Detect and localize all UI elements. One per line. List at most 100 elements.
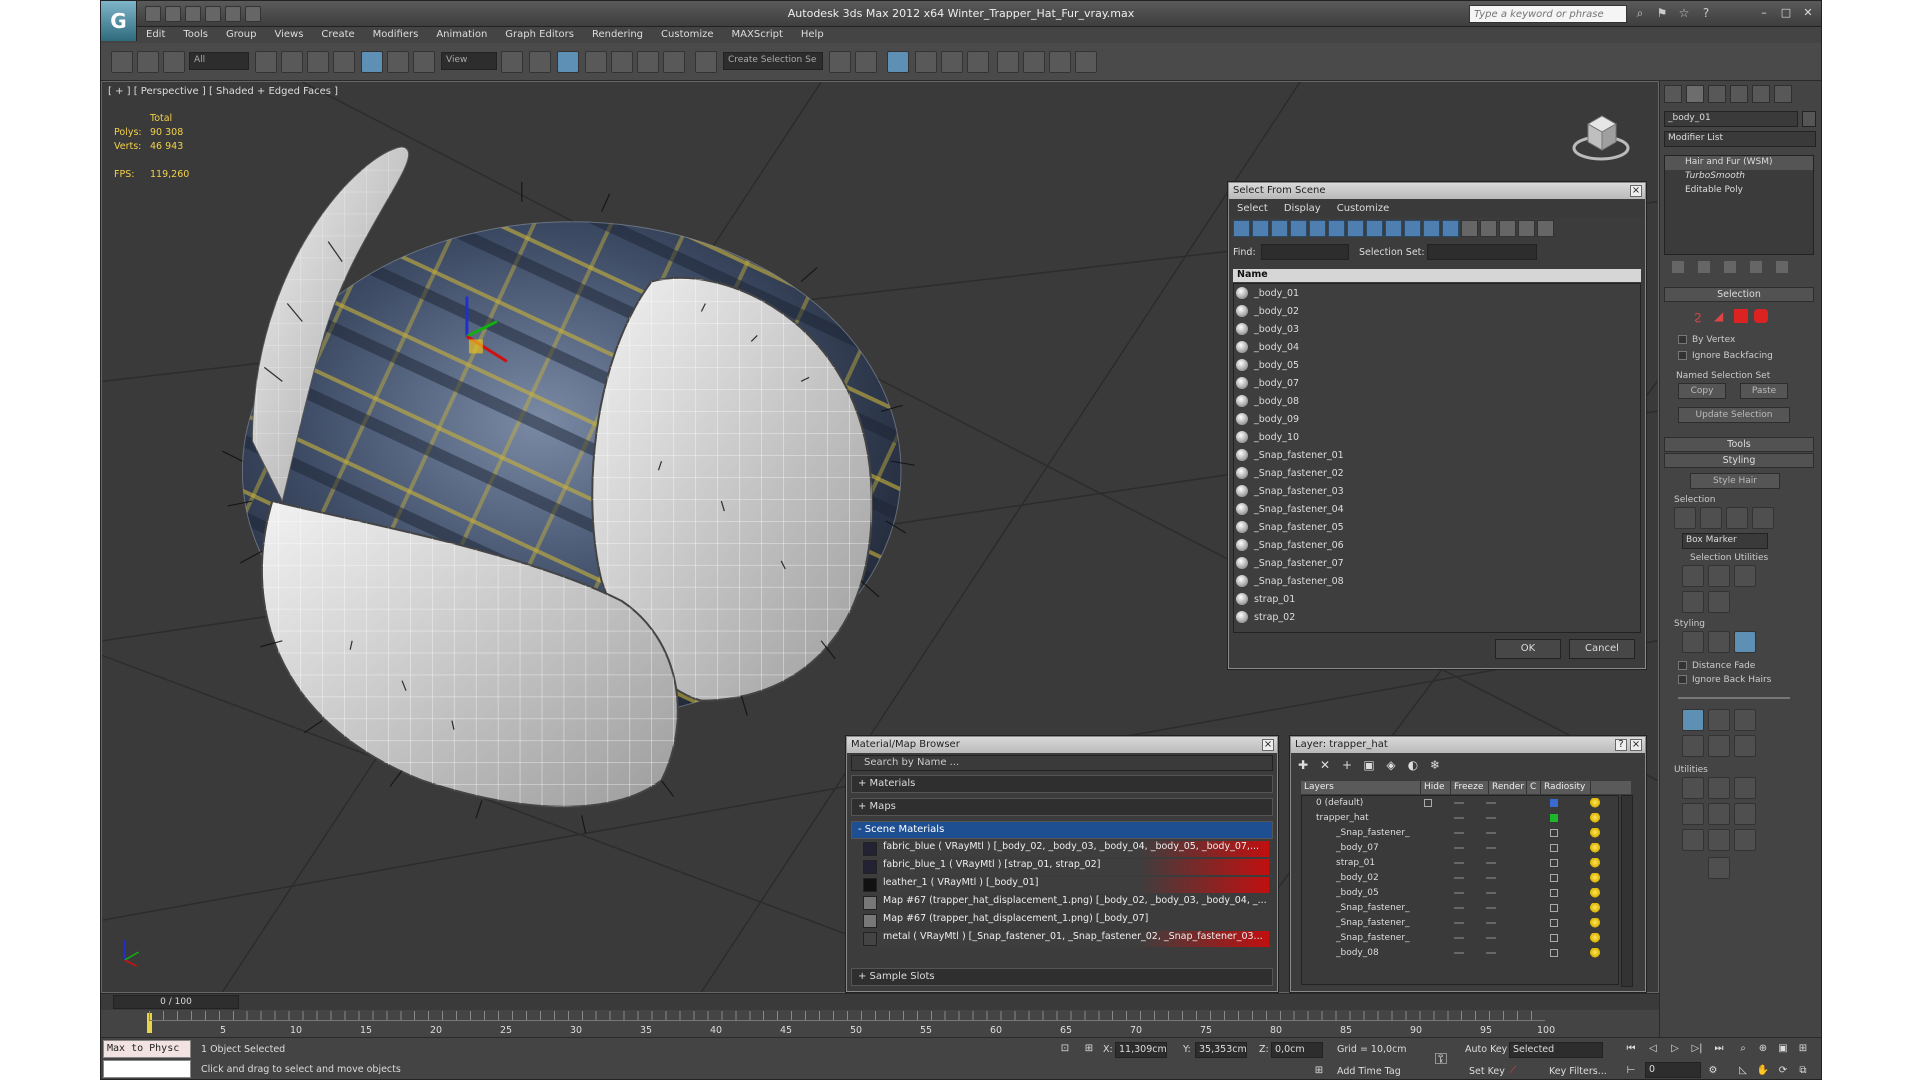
reference-coordinate-dropdown[interactable]: View (441, 52, 497, 70)
pop-zero-icon[interactable] (1734, 777, 1756, 799)
set-key-icon[interactable]: ⚿ (1429, 1051, 1453, 1067)
list-item[interactable]: _body_09 (1234, 410, 1640, 428)
scale-icon[interactable] (1734, 735, 1756, 757)
graphite-ribbon-icon[interactable] (915, 51, 937, 73)
help-search-input[interactable] (1469, 5, 1627, 23)
time-slider[interactable]: 0 / 100 (101, 994, 1659, 1010)
object-color-swatch[interactable] (1802, 111, 1816, 127)
configure-sets-icon[interactable] (1776, 261, 1788, 273)
list-item[interactable]: _Snap_fastener_08 (1234, 572, 1640, 590)
selection-filter-dropdown[interactable]: All (189, 52, 249, 70)
sfs-menu-display[interactable]: Display (1276, 200, 1329, 218)
face-subobject-icon[interactable]: ◢ (1714, 309, 1728, 323)
manipulate-icon[interactable] (529, 51, 551, 73)
layer-row[interactable]: _body_02 (1302, 871, 1618, 886)
set-key-button[interactable]: Set Key (1469, 1066, 1505, 1077)
radiosity-icon[interactable] (1590, 843, 1600, 854)
radiosity-icon[interactable] (1590, 828, 1600, 839)
select-hair-icon[interactable] (1674, 507, 1696, 529)
goto-start-icon[interactable]: ⏮ (1623, 1042, 1639, 1056)
create-tab-icon[interactable] (1664, 85, 1682, 103)
list-item[interactable]: strap_01 (1234, 590, 1640, 608)
menu-help[interactable]: Help (792, 27, 833, 43)
viewcube-icon[interactable] (1572, 110, 1630, 162)
list-item[interactable]: _body_05 (1234, 356, 1640, 374)
layer-manager-icon[interactable] (887, 51, 909, 73)
col-freeze[interactable]: Freeze (1451, 781, 1489, 794)
app-logo-icon[interactable]: G (101, 1, 137, 41)
keyboard-shortcut-override-icon[interactable] (557, 51, 579, 73)
freeze-all-layers-icon[interactable]: ❄ (1427, 757, 1443, 773)
copy-button[interactable]: Copy (1678, 383, 1726, 399)
lights-filter-icon[interactable] (1271, 220, 1288, 237)
radiosity-icon[interactable] (1590, 813, 1600, 824)
unlink-icon[interactable] (137, 51, 159, 73)
zoom-extents-all-icon[interactable]: ⊞ (1795, 1042, 1811, 1056)
stand-icon[interactable] (1708, 709, 1730, 731)
rectangle-selection-icon[interactable] (307, 51, 329, 73)
motion-tab-icon[interactable] (1730, 85, 1748, 103)
list-item[interactable]: _Snap_fastener_07 (1234, 554, 1640, 572)
lock-selection-icon[interactable]: ⊡ (1057, 1042, 1073, 1056)
select-and-scale-icon[interactable] (413, 51, 435, 73)
radiosity-icon[interactable] (1590, 798, 1600, 809)
expand-selection-icon[interactable] (1734, 565, 1756, 587)
select-hair-ends-icon[interactable] (1700, 507, 1722, 529)
favorites-star-icon[interactable]: ☆ (1677, 6, 1691, 20)
material-editor-icon[interactable] (997, 51, 1019, 73)
invert-selection-icon[interactable] (1682, 565, 1704, 587)
ok-button[interactable]: OK (1495, 639, 1561, 659)
menu-tools[interactable]: Tools (174, 27, 217, 43)
modify-tab-icon[interactable] (1686, 85, 1704, 103)
puff-roots-icon[interactable] (1734, 709, 1756, 731)
sfs-menu-select[interactable]: Select (1229, 200, 1276, 218)
absolute-mode-icon[interactable]: ⊞ (1081, 1042, 1097, 1056)
bind-space-warp-icon[interactable] (163, 51, 185, 73)
radiosity-icon[interactable] (1590, 858, 1600, 869)
paste-button[interactable]: Paste (1740, 383, 1788, 399)
maximize-button[interactable]: □ (1777, 5, 1795, 21)
layer-row[interactable]: trapper_hat (1302, 811, 1618, 826)
col-hide[interactable]: Hide (1421, 781, 1451, 794)
rendered-frame-window-icon[interactable] (1049, 51, 1071, 73)
recomb-icon[interactable] (1682, 803, 1704, 825)
helpers-filter-icon[interactable] (1309, 220, 1326, 237)
menu-create[interactable]: Create (312, 27, 363, 43)
close-button[interactable]: ✕ (1799, 5, 1817, 21)
show-end-result-icon[interactable] (1698, 261, 1710, 273)
find-input[interactable] (1261, 244, 1349, 260)
list-item[interactable]: _body_07 (1234, 374, 1640, 392)
radiosity-icon[interactable] (1590, 948, 1600, 959)
pop-selected-icon[interactable] (1708, 777, 1730, 799)
list-item[interactable]: _Snap_fastener_03 (1234, 482, 1640, 500)
modifier-turbosmooth[interactable]: TurboSmooth (1665, 170, 1813, 184)
ignore-backfacing-checkbox[interactable] (1678, 351, 1687, 360)
track-bar[interactable]: 5 10 15 20 25 30 35 40 45 50 55 60 65 70… (101, 1011, 1659, 1037)
geometry-filter-icon[interactable] (1233, 220, 1250, 237)
list-item[interactable]: _Snap_fastener_06 (1234, 536, 1640, 554)
translate-icon[interactable] (1682, 709, 1704, 731)
link-icon[interactable] (111, 51, 133, 73)
containers-filter-icon[interactable] (1404, 220, 1421, 237)
menu-group[interactable]: Group (217, 27, 265, 43)
name-column-header[interactable]: Name (1233, 269, 1641, 282)
layer-row[interactable]: 0 (default) (1302, 796, 1618, 811)
key-mode-toggle-icon[interactable]: ⊢ (1623, 1064, 1639, 1078)
render-production-icon[interactable] (1075, 51, 1097, 73)
styling-rollout[interactable]: Styling (1664, 453, 1814, 468)
shapes-filter-icon[interactable] (1252, 220, 1269, 237)
modifier-hair-and-fur[interactable]: Hair and Fur (WSM) (1665, 156, 1813, 170)
menu-edit[interactable]: Edit (137, 27, 174, 43)
sync-selection-icon[interactable] (1518, 220, 1535, 237)
polygon-subobject-icon[interactable] (1734, 309, 1748, 323)
select-all-icon[interactable] (1461, 220, 1478, 237)
rotate-icon[interactable] (1708, 735, 1730, 757)
binoculars-icon[interactable]: ⌕ (1633, 6, 1647, 20)
select-by-name-icon[interactable] (281, 51, 303, 73)
make-unique-icon[interactable] (1724, 261, 1736, 273)
col-color[interactable]: C (1527, 781, 1541, 794)
select-invert-icon[interactable] (1499, 220, 1516, 237)
radiosity-icon[interactable] (1590, 918, 1600, 929)
radiosity-icon[interactable] (1590, 888, 1600, 899)
toggle-collisions-icon[interactable] (1734, 803, 1756, 825)
